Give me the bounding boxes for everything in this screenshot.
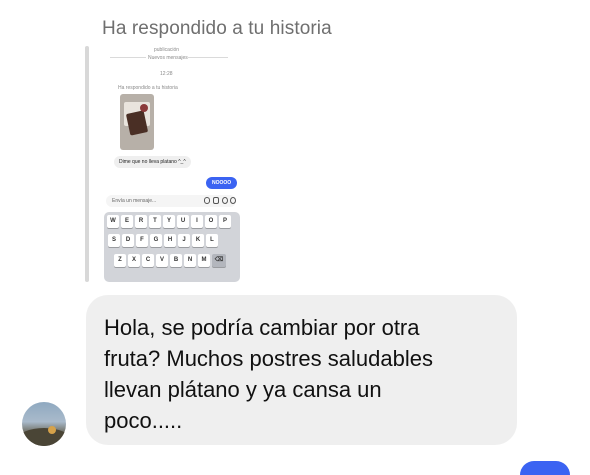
key-l: L [206,234,218,247]
key-s: S [108,234,120,247]
key-h: H [164,234,176,247]
preview-time: 12:28 [160,71,173,77]
add-icon [230,197,236,204]
sticker-icon [222,197,228,204]
preview-input-placeholder: Envía un mensaje... [112,198,157,204]
key-j: J [178,234,190,247]
preview-story-photo [120,94,154,150]
key-m: M [198,254,210,267]
preview-message-input: Envía un mensaje... [106,195,236,207]
key-p: P [219,215,231,228]
gallery-icon [213,197,219,204]
key-i: I [191,215,203,228]
preview-divider-label: Nuevos mensajes [148,55,188,61]
story-preview-screenshot[interactable]: publicación Nuevos mensajes 12:28 Ha res… [100,46,250,284]
preview-publicacion-label: publicación [154,47,180,53]
key-t: T [149,215,161,228]
preview-story-header: Ha respondido a tu historia [118,85,178,91]
keyboard-row-1: WERTYUIOP [104,215,243,228]
outgoing-bubble-edge [520,461,570,475]
preview-incoming-message: Dime que no lleva platano ^_^ [114,156,191,168]
preview-divider-left [110,57,146,58]
key-n: N [184,254,196,267]
reply-message-bubble[interactable]: Hola, se podría cambiar por otra fruta? … [86,295,517,445]
keyboard-row-3: Z X C V B N M ⌫ [104,254,250,267]
key-d: D [122,234,134,247]
story-preview-rail [85,46,89,282]
key-b: B [170,254,182,267]
backspace-key-icon: ⌫ [212,254,226,267]
story-reply-header: Ha respondido a tu historia [102,18,332,39]
key-x: X [128,254,140,267]
key-k: K [192,234,204,247]
keyboard-row-2: SDFGHJKL [104,234,244,247]
key-u: U [177,215,189,228]
key-y: Y [163,215,175,228]
mic-icon [204,197,210,204]
preview-divider-right [188,57,228,58]
preview-keyboard: WERTYUIOP SDFGHJKL Z X C V B N M ⌫ [104,212,240,282]
key-e: E [121,215,133,228]
key-f: F [136,234,148,247]
reply-message-text: Hola, se podría cambiar por otra fruta? … [104,315,433,433]
sender-avatar[interactable] [22,402,66,446]
key-r: R [135,215,147,228]
key-g: G [150,234,162,247]
key-w: W [107,215,119,228]
key-v: V [156,254,168,267]
key-o: O [205,215,217,228]
preview-outgoing-message: NOOOO [206,177,238,189]
key-z: Z [114,254,126,267]
key-c: C [142,254,154,267]
